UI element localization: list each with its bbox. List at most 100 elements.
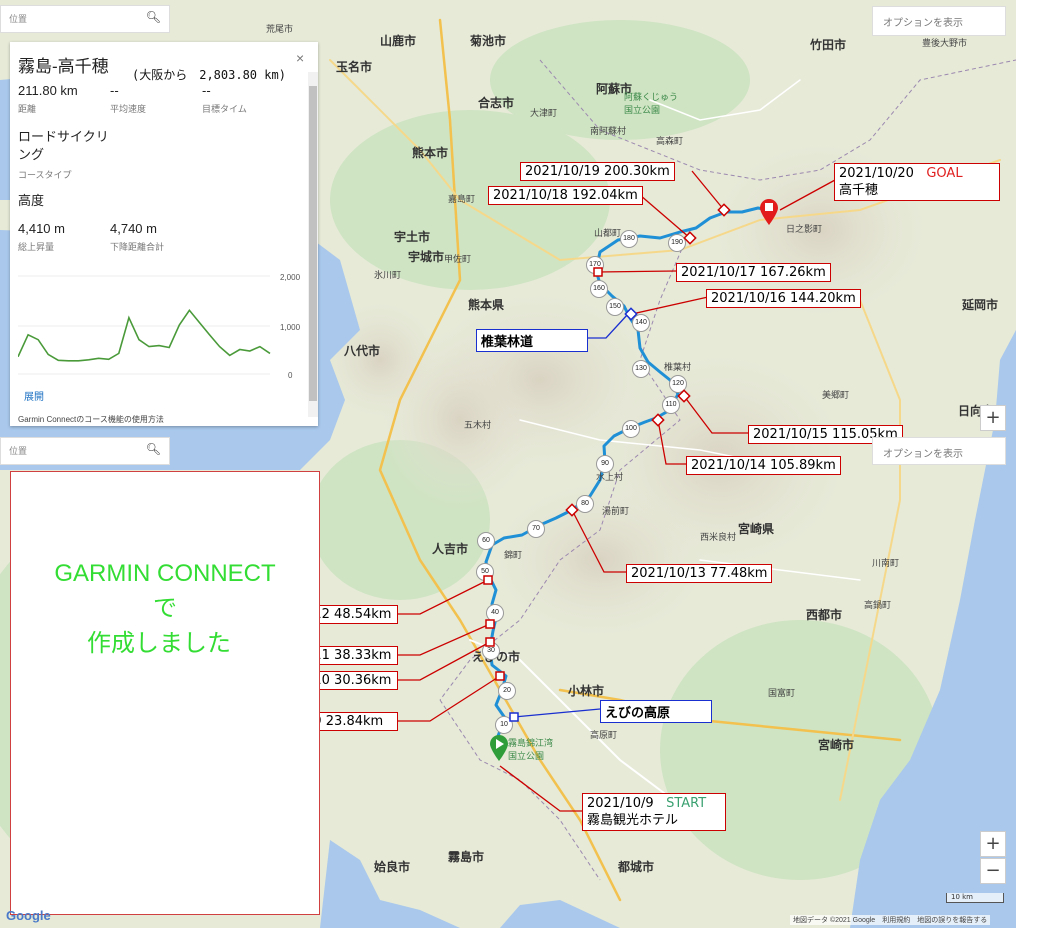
place-label: 西都市	[806, 608, 843, 622]
place-label: 小林市	[568, 684, 605, 698]
place-label: 日之影町	[786, 224, 823, 234]
google-logo: Google	[6, 908, 51, 923]
callout-day-10-18: 2021/10/18 192.04km	[488, 186, 643, 205]
annotation-box: GARMIN CONNECT で 作成しました	[10, 471, 320, 915]
place-label: 宮崎県	[738, 522, 775, 536]
elev-tick: 0	[288, 371, 293, 380]
search-icon[interactable]: 🔍︎	[146, 442, 161, 456]
km-marker: 70	[527, 520, 545, 538]
place-label: 姶良市	[374, 860, 411, 874]
avg-speed-label: 平均速度	[110, 104, 147, 114]
place-label: 川南町	[872, 558, 900, 568]
km-marker: 120	[669, 375, 687, 393]
place-label: 八代市	[344, 344, 381, 358]
callout-ebino-plateau: えびの高原	[600, 700, 712, 723]
place-label: 玉名市	[336, 60, 373, 74]
km-marker: 180	[620, 230, 638, 248]
goal-pin-icon[interactable]	[758, 198, 780, 226]
callout-day-10-17: 2021/10/17 167.26km	[676, 263, 831, 282]
descent-value: 4,740 m	[110, 221, 157, 236]
distance-from-osaka: (大阪から 2,803.80 km)	[132, 68, 286, 82]
place-label: 嘉島町	[448, 194, 476, 204]
callout-start: 2021/10/9 START 霧島観光ホテル	[582, 793, 726, 831]
km-marker: 30	[482, 642, 500, 660]
place-label: 甲佐町	[444, 254, 472, 264]
course-title: 霧島-高千穂	[18, 57, 109, 76]
course-type-label: コースタイプ	[18, 170, 72, 180]
distance-value: 211.80 km	[18, 83, 78, 98]
km-marker: 90	[596, 455, 614, 473]
place-label: 宮崎市	[818, 738, 855, 752]
course-info-panel: 霧島-高千穂 (大阪から 2,803.80 km) × 211.80 km 距離…	[10, 42, 318, 426]
close-icon[interactable]: ×	[296, 50, 304, 66]
place-label: 椎葉村	[664, 362, 692, 372]
goal-place: 高千穂	[839, 183, 879, 198]
place-label: 人吉市	[432, 542, 469, 556]
elevation-heading: 高度	[18, 193, 45, 208]
callout-day-10-13: 2021/10/13 77.48km	[626, 564, 773, 583]
place-label: 宇土市	[394, 230, 431, 244]
km-marker: 190	[668, 234, 686, 252]
expand-link[interactable]: 展開	[24, 388, 44, 403]
annotation-line-3: 作成しました	[87, 630, 231, 657]
place-label: 阿蘇くじゅう 国立公園	[624, 92, 679, 115]
show-options-button-2[interactable]: オプションを表示	[872, 437, 1006, 465]
goal-date: 2021/10/20	[839, 166, 914, 181]
start-pin-icon[interactable]	[488, 734, 510, 762]
scale-bar: 10 km	[946, 893, 1004, 903]
goal-word: GOAL	[926, 166, 963, 181]
km-marker: 10	[495, 716, 513, 734]
distance-label: 距離	[18, 104, 37, 114]
elev-tick: 2,000	[280, 273, 301, 282]
place-label: 熊本県	[468, 298, 505, 312]
target-time-value: --	[202, 83, 211, 98]
place-label: 宇城市	[408, 250, 445, 264]
zoom-out-button[interactable]: −	[980, 858, 1006, 884]
km-marker: 110	[662, 396, 680, 414]
elevation-profile-line	[18, 308, 271, 362]
callout-shiiba-forest-road: 椎葉林道	[476, 329, 588, 352]
place-label: 湯前町	[602, 506, 630, 516]
start-place: 霧島観光ホテル	[587, 813, 679, 828]
target-time-label: 目標タイム	[202, 104, 247, 114]
place-label: 霧島錦江湾 国立公園	[508, 738, 554, 761]
km-marker: 100	[622, 420, 640, 438]
course-type-value: ロードサイクリング	[18, 129, 109, 162]
km-marker: 160	[590, 280, 608, 298]
panel-scrollbar[interactable]	[308, 72, 318, 417]
callout-day-10-16: 2021/10/16 144.20km	[706, 289, 861, 308]
km-marker: 50	[476, 563, 494, 581]
place-label: 霧島市	[448, 850, 485, 864]
show-options-button[interactable]: オプションを表示	[872, 6, 1006, 36]
map-attribution[interactable]: 地図データ ©2021 Google 利用規約 地図の誤りを報告する	[790, 915, 991, 925]
place-label: 熊本市	[412, 146, 449, 160]
location-search-input[interactable]: 位置 🔍︎	[0, 5, 170, 33]
km-marker: 150	[606, 298, 624, 316]
zoom-in-button-2[interactable]: +	[980, 831, 1006, 857]
elev-tick: 1,000	[280, 323, 301, 332]
callout-day-10-19: 2021/10/19 200.30km	[520, 162, 675, 181]
place-label: 大津町	[530, 108, 558, 118]
km-marker: 20	[498, 682, 516, 700]
place-label: 氷川町	[374, 270, 402, 280]
place-label: 高森町	[656, 136, 684, 146]
km-marker: 60	[477, 532, 495, 550]
elevation-chart: 2,000 1,000 0	[18, 273, 301, 380]
km-marker: 40	[486, 604, 504, 622]
place-label: 五木村	[464, 420, 492, 430]
place-label: 錦町	[504, 550, 523, 560]
km-marker: 80	[576, 495, 594, 513]
ascent-value: 4,410 m	[18, 221, 65, 236]
place-label: 延岡市	[962, 298, 999, 312]
place-label: 豊後大野市	[922, 38, 968, 48]
place-label: 美郷町	[822, 390, 850, 400]
annotation-text: GARMIN CONNECT で 作成しました	[11, 556, 319, 661]
location-search-input-2[interactable]: 位置 🔍︎	[0, 437, 170, 465]
callout-goal: 2021/10/20 GOAL 高千穂	[834, 163, 1000, 201]
place-label: 山鹿市	[380, 34, 417, 48]
search-icon[interactable]: 🔍︎	[146, 10, 161, 24]
place-label: 高鍋町	[864, 600, 892, 610]
descent-label: 下降距離合計	[110, 242, 165, 252]
place-label: 荒尾市	[266, 24, 294, 34]
zoom-in-button[interactable]: +	[980, 405, 1006, 431]
